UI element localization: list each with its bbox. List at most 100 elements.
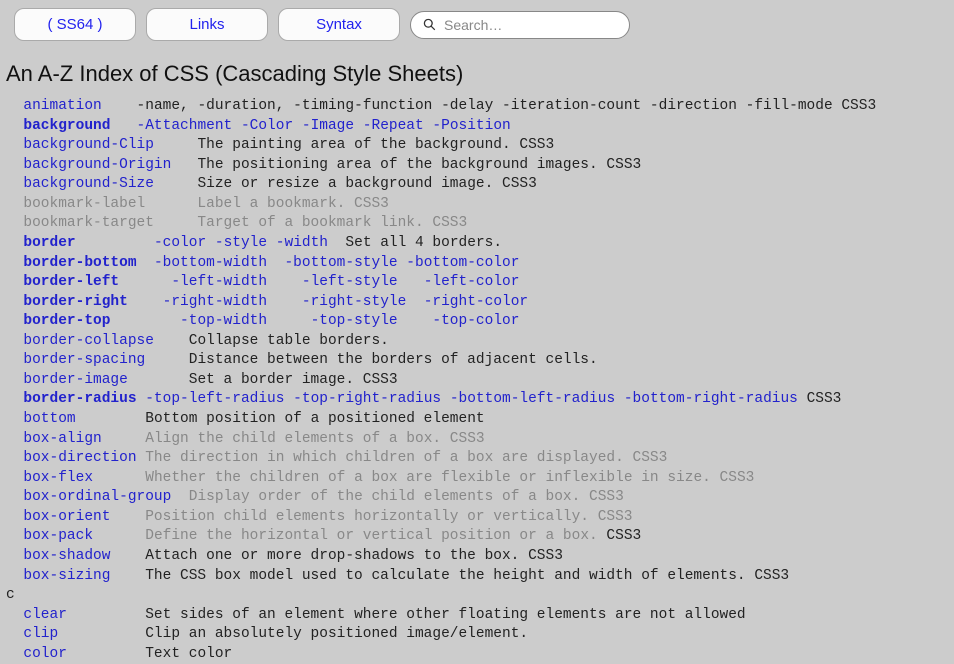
css-property-link[interactable]: -Color (241, 118, 293, 134)
css-property-link[interactable]: -top-right-radius (293, 391, 441, 407)
search-icon (423, 18, 436, 31)
css-property-link[interactable]: -left-width (171, 274, 267, 290)
css-property-link[interactable]: box-orient (23, 509, 110, 525)
home-button[interactable]: ( SS64 ) (14, 8, 136, 41)
css-property-link[interactable]: -left-style (302, 274, 398, 290)
css-property-link[interactable]: -bottom-left-radius (450, 391, 615, 407)
css-index-listing: animation -name, -duration, -timing-func… (6, 97, 954, 664)
css-property-link[interactable]: box-shadow (23, 548, 110, 564)
syntax-button[interactable]: Syntax (278, 8, 400, 41)
listing-text (6, 450, 23, 466)
listing-text: Align the child elements of a box. CSS3 (145, 431, 484, 447)
css-property-link[interactable]: -bottom-width (154, 255, 267, 271)
listing-text (6, 607, 23, 623)
listing-text: The direction in which children of a box… (145, 450, 667, 466)
listing-text (6, 509, 23, 525)
listing-text (267, 274, 302, 290)
listing-text (6, 196, 23, 212)
listing-text: bookmark-label Label a bookmark. CSS3 (23, 196, 388, 212)
css-property-link[interactable]: border-image (23, 372, 127, 388)
listing-text (6, 548, 23, 564)
listing-text (6, 372, 23, 388)
css-property-link[interactable]: -top-color (432, 313, 519, 329)
listing-text: Distance between the borders of adjacent… (145, 352, 597, 368)
css-property-link[interactable]: border-top (23, 313, 110, 329)
css-property-link[interactable]: -Position (432, 118, 510, 134)
listing-text (171, 489, 188, 505)
css-property-link[interactable]: -right-style (302, 294, 406, 310)
page-title: An A-Z Index of CSS (Cascading Style She… (6, 61, 954, 87)
top-navigation: ( SS64 ) Links Syntax (0, 0, 954, 47)
listing-text: Set all 4 borders. (328, 235, 502, 251)
css-property-link[interactable]: border-bottom (23, 255, 136, 271)
listing-text (128, 294, 163, 310)
css-property-link[interactable]: -width (276, 235, 328, 251)
css-property-link[interactable]: -top-style (311, 313, 398, 329)
css-property-link[interactable]: -right-width (163, 294, 267, 310)
css-property-link[interactable]: background (23, 118, 110, 134)
listing-text (6, 333, 23, 349)
css-property-link[interactable]: box-ordinal-group (23, 489, 171, 505)
listing-text: Text color (67, 646, 232, 662)
css-property-link[interactable]: -Attachment (137, 118, 233, 134)
css-property-link[interactable]: -Repeat (363, 118, 424, 134)
css-property-link[interactable]: border (23, 235, 75, 251)
listing-text (267, 235, 276, 251)
css-property-link[interactable]: -bottom-color (406, 255, 519, 271)
listing-text (102, 431, 146, 447)
css-property-link[interactable]: -right-color (424, 294, 528, 310)
search-box[interactable] (410, 11, 630, 39)
css-property-link[interactable]: -left-color (424, 274, 520, 290)
css-property-link[interactable]: box-align (23, 431, 101, 447)
listing-text (110, 509, 145, 525)
listing-text: Attach one or more drop-shadows to the b… (110, 548, 562, 564)
css-property-link[interactable]: clip (23, 626, 58, 642)
css-property-link[interactable]: border-collapse (23, 333, 154, 349)
css-property-link[interactable]: box-sizing (23, 568, 110, 584)
css-property-link[interactable]: border-right (23, 294, 127, 310)
css-property-link[interactable]: -color (154, 235, 206, 251)
listing-text: Size or resize a background image. CSS3 (154, 176, 537, 192)
css-property-link[interactable]: bottom (23, 411, 75, 427)
listing-text (137, 255, 154, 271)
css-property-link[interactable]: clear (23, 607, 67, 623)
listing-text: Collapse table borders. (154, 333, 389, 349)
css-property-link[interactable]: border-left (23, 274, 119, 290)
listing-text (6, 470, 23, 486)
listing-text: Bottom position of a positioned element (76, 411, 485, 427)
css-property-link[interactable]: animation (23, 98, 101, 114)
css-property-link[interactable]: -top-left-radius (145, 391, 284, 407)
links-button[interactable]: Links (146, 8, 268, 41)
listing-text (267, 255, 284, 271)
css-property-link[interactable]: -Image (302, 118, 354, 134)
css-property-link[interactable]: background-Size (23, 176, 154, 192)
css-property-link[interactable]: box-flex (23, 470, 93, 486)
listing-text (406, 294, 423, 310)
listing-text: The painting area of the background. CSS… (154, 137, 554, 153)
listing-text (6, 489, 23, 505)
css-property-link[interactable]: background-Clip (23, 137, 154, 153)
css-property-link[interactable]: -bottom-style (284, 255, 397, 271)
css-property-link[interactable]: -bottom-right-radius (624, 391, 798, 407)
css-property-link[interactable]: border-spacing (23, 352, 145, 368)
listing-text: Position child elements horizontally or … (145, 509, 632, 525)
listing-text (110, 118, 136, 134)
css-property-link[interactable]: box-pack (23, 528, 93, 544)
css-property-link[interactable]: box-direction (23, 450, 136, 466)
listing-text: Define the horizontal or vertical positi… (145, 528, 597, 544)
listing-text (6, 157, 23, 173)
listing-text: Whether the children of a box are flexib… (145, 470, 754, 486)
css-property-link[interactable]: -top-width (180, 313, 267, 329)
listing-text: The CSS box model used to calculate the … (110, 568, 789, 584)
listing-text (6, 294, 23, 310)
listing-text (232, 118, 241, 134)
listing-text (6, 98, 23, 114)
css-property-link[interactable]: color (23, 646, 67, 662)
search-input[interactable] (442, 16, 612, 34)
listing-text (6, 352, 23, 368)
listing-text: Clip an absolutely positioned image/elem… (58, 626, 528, 642)
css-property-link[interactable]: -style (215, 235, 267, 251)
css-property-link[interactable]: border-radius (23, 391, 136, 407)
listing-text (6, 646, 23, 662)
css-property-link[interactable]: background-Origin (23, 157, 171, 173)
